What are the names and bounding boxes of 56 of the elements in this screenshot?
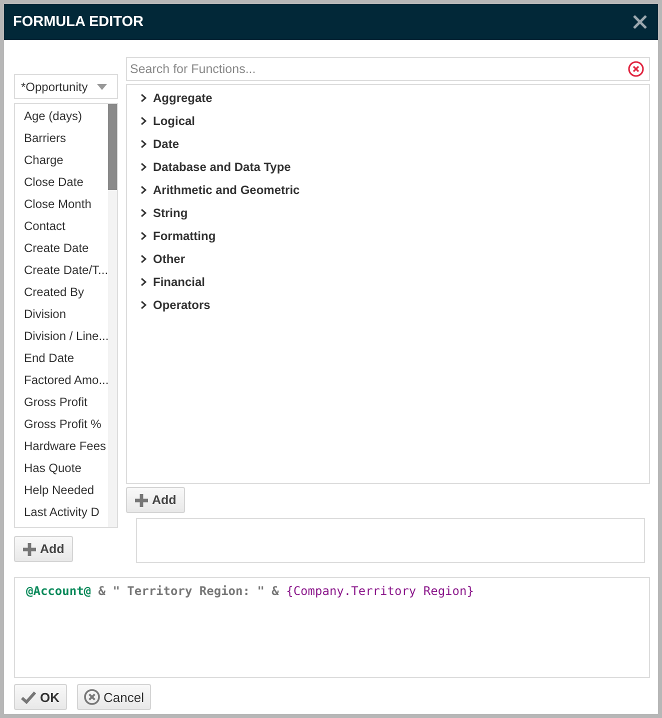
chevron-icon[interactable] bbox=[140, 232, 147, 240]
chevron-icon[interactable] bbox=[140, 140, 147, 148]
dropdown-value: *Opportunity bbox=[21, 80, 88, 94]
field-item[interactable]: Division bbox=[15, 303, 108, 325]
field-item[interactable]: Division / Line... bbox=[15, 325, 108, 347]
function-group[interactable]: Database and Data Type bbox=[153, 160, 291, 174]
clear-icon[interactable] bbox=[628, 61, 644, 77]
function-group[interactable]: Financial bbox=[153, 274, 206, 288]
field-item[interactable]: Create Date bbox=[15, 237, 108, 259]
field-item[interactable]: Gross Profit % bbox=[15, 413, 108, 435]
chevron-icon[interactable] bbox=[140, 300, 147, 308]
formula-editor[interactable]: @Account@ & " Territory Region: " & {Company.Territory Region} bbox=[14, 577, 650, 678]
search-field[interactable]: Search for Functions... bbox=[126, 57, 650, 81]
field-item[interactable]: Contact bbox=[15, 215, 108, 237]
check-icon bbox=[21, 690, 36, 704]
field-item[interactable]: Close Month bbox=[15, 193, 108, 215]
field-item[interactable]: Factored Amo... bbox=[15, 369, 108, 391]
entity-dropdown[interactable]: *Opportunity bbox=[14, 74, 118, 99]
field-item[interactable]: Created By bbox=[15, 281, 108, 303]
function-group[interactable]: Formatting bbox=[153, 228, 216, 242]
chevron-icon[interactable] bbox=[140, 94, 147, 102]
scrollbar[interactable] bbox=[108, 104, 117, 527]
field-item[interactable]: Hardware Fees bbox=[15, 435, 108, 457]
field-item[interactable]: Charge bbox=[15, 149, 108, 171]
function-group[interactable]: Operators bbox=[153, 298, 210, 312]
chevron-icon[interactable] bbox=[140, 208, 147, 216]
field-item[interactable]: Create Date/T... bbox=[15, 259, 108, 281]
chevron-icon[interactable] bbox=[140, 162, 147, 170]
field-item[interactable]: Last Activity D bbox=[15, 501, 108, 523]
field-item[interactable]: Age (days) bbox=[15, 105, 108, 127]
close-icon[interactable] bbox=[633, 15, 647, 29]
cancel-icon bbox=[84, 689, 100, 705]
function-group[interactable]: Other bbox=[153, 252, 186, 266]
field-item[interactable]: Help Needed bbox=[15, 479, 108, 501]
field-item[interactable]: Barriers bbox=[15, 127, 108, 149]
plus-icon bbox=[135, 494, 148, 506]
chevron-icon[interactable] bbox=[140, 278, 147, 286]
function-group[interactable]: Date bbox=[153, 136, 180, 150]
field-item[interactable]: Has Quote bbox=[15, 457, 108, 479]
chevron-icon[interactable] bbox=[140, 254, 147, 262]
function-group[interactable]: Logical bbox=[153, 114, 196, 128]
plus-icon bbox=[23, 542, 36, 556]
window-title: FORMULA EDITOR bbox=[13, 14, 144, 30]
cancel-button[interactable]: Cancel bbox=[76, 684, 151, 710]
ok-button[interactable]: OK bbox=[14, 684, 66, 710]
function-group[interactable]: Arithmetic and Geometric bbox=[153, 182, 300, 196]
field-item[interactable]: Gross Profit bbox=[15, 391, 108, 413]
add-button[interactable]: Add bbox=[126, 487, 186, 513]
chevron-icon[interactable] bbox=[140, 186, 147, 194]
function-group[interactable]: String bbox=[153, 206, 188, 220]
function-group[interactable]: Aggregate bbox=[153, 90, 212, 104]
chevron-icon[interactable] bbox=[140, 116, 147, 124]
add-button[interactable]: Add bbox=[14, 536, 74, 562]
caret-icon bbox=[97, 84, 107, 90]
field-item[interactable]: Close Date bbox=[15, 171, 108, 193]
field-item[interactable]: End Date bbox=[15, 347, 108, 369]
